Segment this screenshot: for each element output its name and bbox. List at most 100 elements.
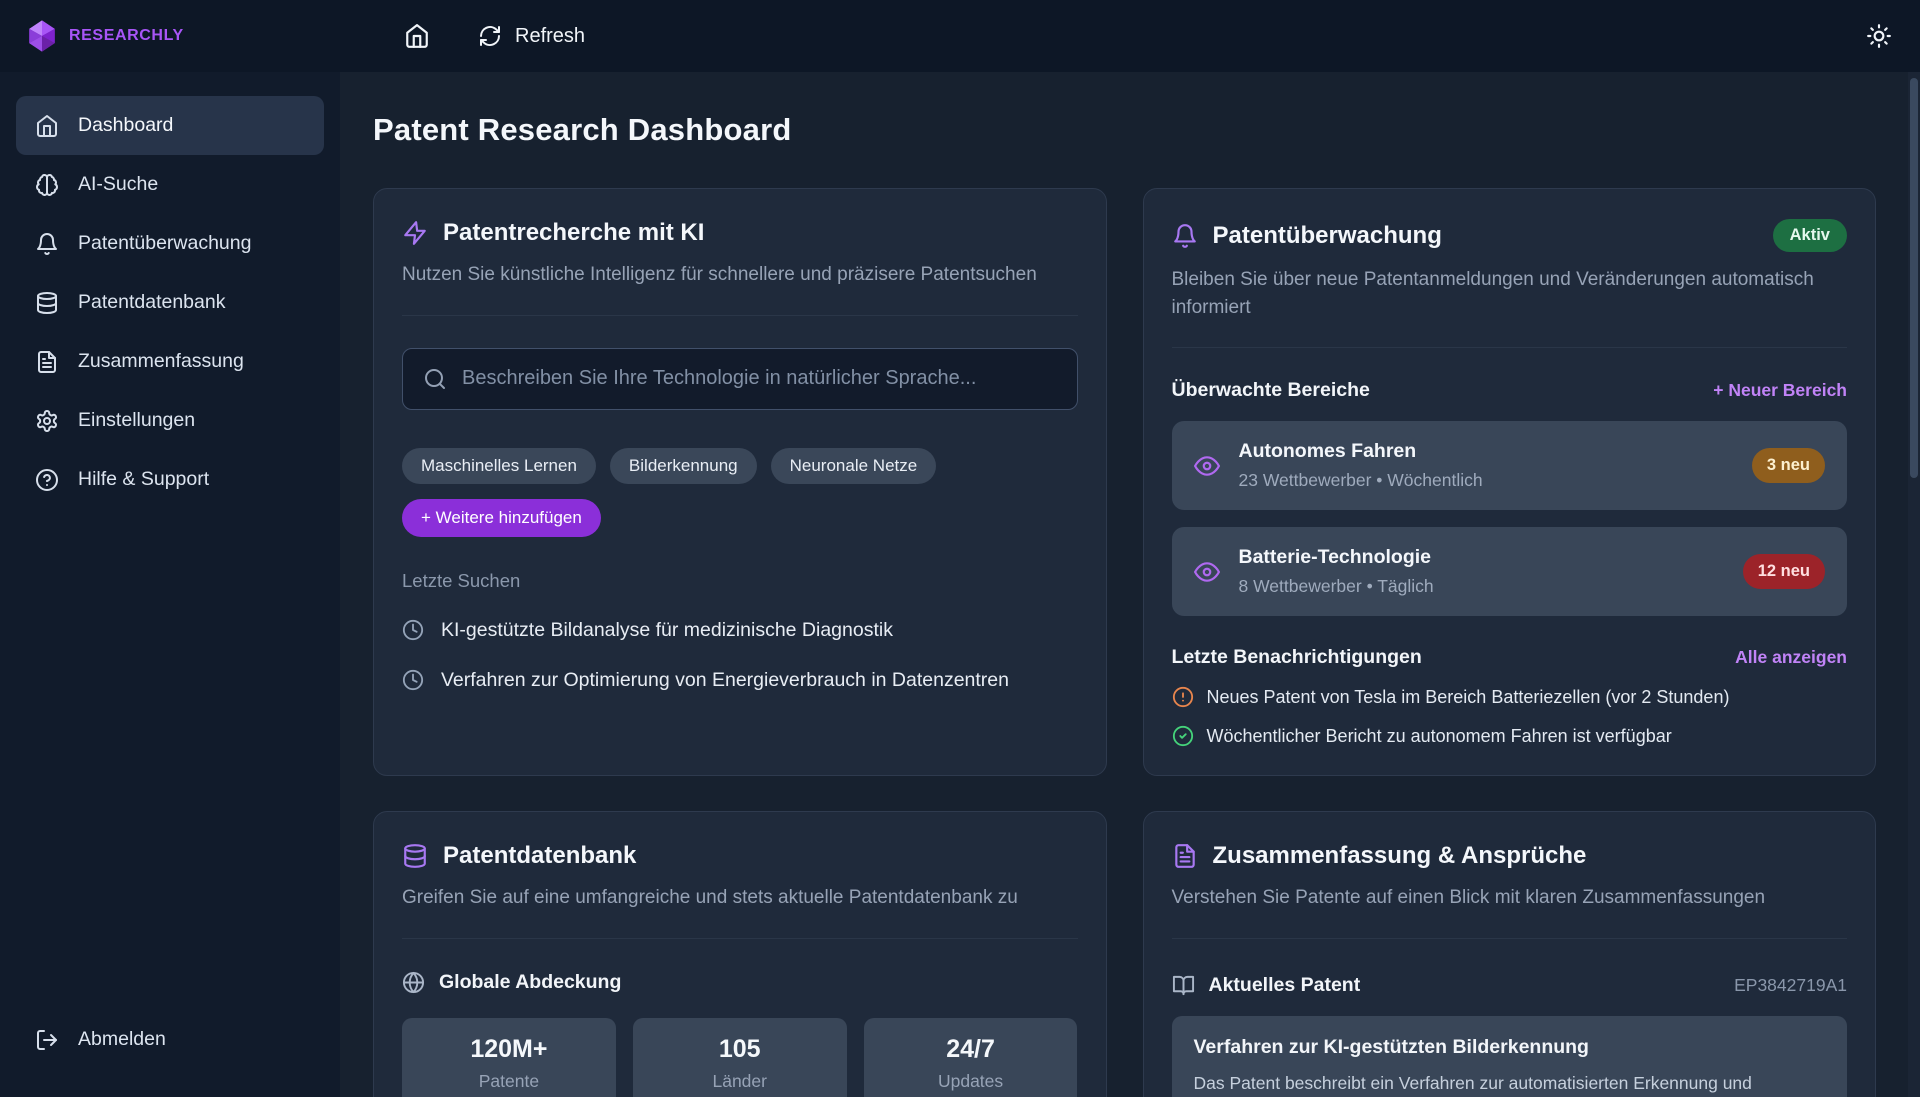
sidebar-item-label: Dashboard — [78, 114, 173, 137]
brand-logo[interactable]: RESEARCHLY — [0, 19, 340, 53]
main-content: Patent Research Dashboard Patentrecherch… — [340, 72, 1920, 1097]
status-badge: Aktiv — [1773, 219, 1847, 252]
notification-text: Neues Patent von Tesla im Bereich Batter… — [1207, 687, 1730, 708]
clock-icon — [402, 619, 424, 641]
sidebar-item-label: Einstellungen — [78, 409, 195, 432]
monitored-area-row[interactable]: Batterie-Technologie 8 Wettbewerber • Tä… — [1172, 527, 1848, 616]
card-subtitle: Greifen Sie auf eine umfangreiche und st… — [402, 884, 1078, 912]
sidebar-item-label: Hilfe & Support — [78, 468, 209, 491]
area-name: Batterie-Technologie — [1239, 546, 1724, 569]
tag-chip[interactable]: Neuronale Netze — [771, 448, 937, 484]
notification-item: Neues Patent von Tesla im Bereich Batter… — [1172, 686, 1848, 708]
notifications-label: Letzte Benachrichtigungen — [1172, 646, 1422, 669]
sidebar-item-dashboard[interactable]: Dashboard — [16, 96, 324, 155]
recent-searches-label: Letzte Suchen — [402, 570, 1078, 592]
database-card: Patentdatenbank Greifen Sie auf eine umf… — [373, 811, 1107, 1097]
brain-icon — [35, 173, 59, 197]
notification-item: Wöchentlicher Bericht zu autonomem Fahre… — [1172, 725, 1848, 747]
topbar: RESEARCHLY Refresh — [0, 0, 1920, 72]
stat-box-updates: 24/7 Updates — [864, 1018, 1078, 1097]
monitored-area-row[interactable]: Autonomes Fahren 23 Wettbewerber • Wöche… — [1172, 421, 1848, 510]
card-subtitle: Bleiben Sie über neue Patentanmeldungen … — [1172, 266, 1848, 321]
patent-id: EP3842719A1 — [1734, 975, 1847, 996]
refresh-label: Refresh — [515, 25, 585, 48]
stat-box-patents: 120M+ Patente — [402, 1018, 616, 1097]
recent-search-text: KI-gestützte Bildanalyse für medizinisch… — [441, 619, 893, 642]
logout-button[interactable]: Abmelden — [16, 1010, 324, 1069]
notification-text: Wöchentlicher Bericht zu autonomem Fahre… — [1207, 726, 1672, 747]
book-open-icon — [1172, 974, 1195, 997]
card-title: Patentdatenbank — [443, 842, 636, 870]
recent-search-item[interactable]: Verfahren zur Optimierung von Energiever… — [402, 669, 1078, 692]
sidebar-item-database[interactable]: Patentdatenbank — [16, 273, 324, 332]
refresh-button[interactable]: Refresh — [478, 24, 585, 48]
database-icon — [35, 291, 59, 315]
show-all-link[interactable]: Alle anzeigen — [1735, 647, 1847, 668]
sidebar-item-label: Patentüberwachung — [78, 232, 251, 255]
sidebar-item-settings[interactable]: Einstellungen — [16, 391, 324, 450]
bell-icon — [1172, 223, 1198, 249]
new-area-button[interactable]: + Neuer Bereich — [1713, 380, 1847, 401]
sidebar-item-label: AI-Suche — [78, 173, 158, 196]
technology-search-field[interactable] — [402, 348, 1078, 410]
file-text-icon — [1172, 843, 1198, 869]
tag-chip[interactable]: Bilderkennung — [610, 448, 757, 484]
stat-label: Updates — [874, 1071, 1068, 1092]
stat-label: Patente — [412, 1071, 606, 1092]
alert-circle-icon — [1172, 686, 1194, 708]
sidebar-item-summary[interactable]: Zusammenfassung — [16, 332, 324, 391]
card-title: Patentüberwachung — [1213, 222, 1442, 250]
home-icon — [35, 114, 59, 138]
refresh-icon — [478, 24, 502, 48]
area-meta: 8 Wettbewerber • Täglich — [1239, 576, 1724, 597]
ai-search-card: Patentrecherche mit KI Nutzen Sie künstl… — [373, 188, 1107, 776]
logout-icon — [35, 1028, 59, 1052]
globe-icon — [402, 971, 425, 994]
bell-icon — [35, 232, 59, 256]
new-count-badge: 12 neu — [1743, 554, 1825, 589]
scrollbar-thumb[interactable] — [1910, 78, 1918, 478]
scrollbar-track[interactable] — [1908, 72, 1920, 1097]
patent-title: Verfahren zur KI-gestützten Bilderkennun… — [1194, 1036, 1826, 1059]
tag-chip[interactable]: Maschinelles Lernen — [402, 448, 596, 484]
card-subtitle: Verstehen Sie Patente auf einen Blick mi… — [1172, 884, 1848, 912]
sidebar-item-monitoring[interactable]: Patentüberwachung — [16, 214, 324, 273]
monitoring-card: Patentüberwachung Aktiv Bleiben Sie über… — [1143, 188, 1877, 776]
recent-search-item[interactable]: KI-gestützte Bildanalyse für medizinisch… — [402, 619, 1078, 642]
area-meta: 23 Wettbewerber • Wöchentlich — [1239, 470, 1733, 491]
add-tag-button[interactable]: + Weitere hinzufügen — [402, 499, 601, 537]
eye-icon — [1194, 559, 1220, 585]
logout-label: Abmelden — [78, 1028, 166, 1051]
gem-logo-icon — [25, 19, 59, 53]
card-subtitle: Nutzen Sie künstliche Intelligenz für sc… — [402, 261, 1078, 289]
search-icon — [423, 367, 447, 391]
card-title: Patentrecherche mit KI — [443, 219, 704, 247]
stat-value: 24/7 — [874, 1035, 1068, 1064]
new-count-badge: 3 neu — [1752, 448, 1825, 483]
clock-icon — [402, 669, 424, 691]
sun-icon — [1866, 23, 1892, 49]
stat-label: Länder — [643, 1071, 837, 1092]
sidebar: Dashboard AI-Suche Patentüberwachung Pat… — [0, 72, 340, 1097]
theme-toggle-button[interactable] — [1866, 23, 1892, 49]
brand-name: RESEARCHLY — [69, 27, 184, 45]
sidebar-item-ai-search[interactable]: AI-Suche — [16, 155, 324, 214]
sidebar-item-help[interactable]: Hilfe & Support — [16, 450, 324, 509]
eye-icon — [1194, 453, 1220, 479]
card-title: Zusammenfassung & Ansprüche — [1213, 842, 1587, 870]
stat-value: 120M+ — [412, 1035, 606, 1064]
sidebar-item-label: Zusammenfassung — [78, 350, 244, 373]
check-circle-icon — [1172, 725, 1194, 747]
coverage-label: Globale Abdeckung — [439, 971, 621, 994]
sidebar-item-label: Patentdatenbank — [78, 291, 225, 314]
database-icon — [402, 843, 428, 869]
recent-search-text: Verfahren zur Optimierung von Energiever… — [441, 669, 1009, 692]
file-text-icon — [35, 350, 59, 374]
search-input[interactable] — [462, 367, 1057, 390]
home-button[interactable] — [404, 23, 430, 49]
current-patent-label: Aktuelles Patent — [1209, 974, 1361, 997]
zap-icon — [402, 220, 428, 246]
stat-box-countries: 105 Länder — [633, 1018, 847, 1097]
page-title: Patent Research Dashboard — [373, 112, 1876, 148]
summary-card: Zusammenfassung & Ansprüche Verstehen Si… — [1143, 811, 1877, 1097]
